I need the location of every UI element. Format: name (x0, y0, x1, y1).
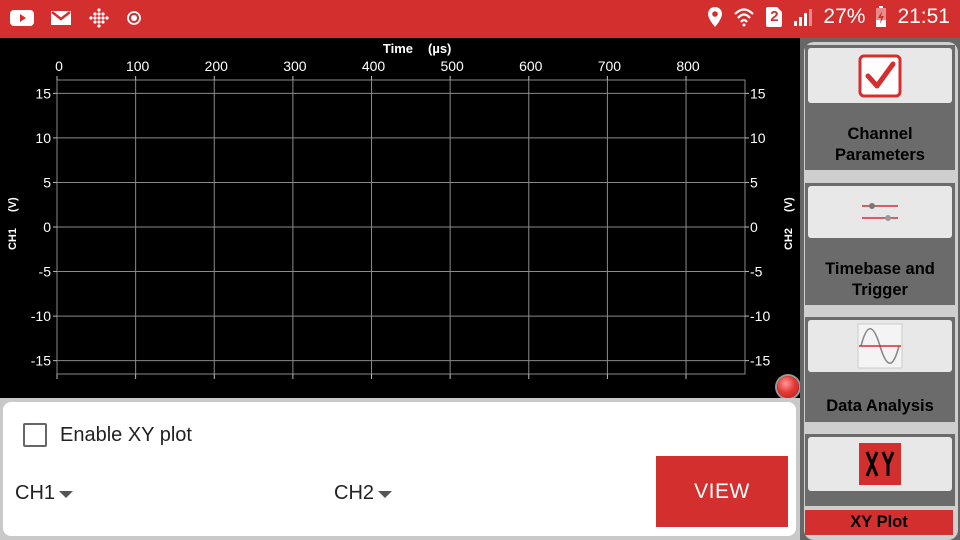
clock-time: 21:51 (897, 5, 950, 28)
dropdown-caret-icon (59, 491, 74, 498)
navicon-data-analysis (808, 320, 952, 372)
x-tick-label: 600 (519, 58, 543, 74)
location-icon (707, 6, 723, 28)
record-button[interactable] (777, 376, 799, 398)
sidebar-label-data-analysis: Data Analysis (826, 397, 934, 415)
y-tick-label-left: -10 (31, 308, 51, 324)
navicon-timebase (808, 186, 952, 238)
sidebar-label-xy-plot-active: XY Plot (805, 510, 953, 535)
x-tick-label: 500 (440, 58, 464, 74)
x-tick-label: 300 (283, 58, 307, 74)
x-axis-title: Time (383, 41, 413, 56)
record-dot-icon (126, 10, 142, 26)
sidebar-label-timebase: Timebase and Trigger (825, 260, 935, 299)
sidebar-item-data-analysis[interactable]: Data Analysis (805, 317, 955, 422)
x-tick-label: 200 (205, 58, 229, 74)
right-axis-title: CH2 (783, 228, 795, 250)
status-bar: 2 27% 21:51 (0, 0, 960, 38)
x-tick-label: 700 (598, 58, 622, 74)
dots-grid-icon (88, 7, 110, 29)
x-channel-value: CH1 (15, 482, 56, 504)
left-axis-unit: (V) (7, 197, 19, 212)
view-button[interactable]: VIEW (656, 456, 788, 527)
sidebar-item-channel-parameters[interactable]: Channel Parameters (805, 45, 955, 170)
battery-percent: 27% (823, 5, 866, 28)
y-channel-select[interactable]: CH2 (334, 482, 393, 505)
dropdown-caret-icon (378, 491, 393, 498)
x-tick-label: 0 (55, 58, 63, 74)
signal-icon (793, 7, 813, 27)
sidebar-label-channel: Channel Parameters (835, 125, 925, 164)
y-tick-label-left: -15 (31, 353, 51, 369)
xy-settings-panel: Enable XY plot CH1 CH2 VIEW (0, 398, 800, 540)
sidebar-item-timebase-trigger[interactable]: Timebase and Trigger (805, 183, 955, 305)
y-tick-label-right: 0 (750, 219, 758, 235)
y-tick-label-left: 0 (43, 219, 51, 235)
xy-plot-icon (859, 443, 901, 485)
x-tick-label: 100 (126, 58, 150, 74)
x-tick-label: 800 (676, 58, 700, 74)
y-tick-label-right: -15 (750, 353, 770, 369)
sim-slot-number: 2 (770, 8, 779, 25)
sidebar-item-xy-plot[interactable] (805, 434, 955, 506)
x-tick-label: 400 (362, 58, 386, 74)
y-tick-label-left: 5 (43, 174, 51, 190)
gmail-icon (50, 9, 72, 27)
x-axis-unit: (µs) (428, 41, 451, 56)
right-axis-unit: (V) (783, 197, 795, 212)
left-axis-title: CH1 (7, 228, 19, 250)
oscilloscope-plot[interactable]: 0 100 200 300 400 500 600 700 800 15 15 10 10 5 5 0 0 -5-… (0, 38, 800, 398)
navicon-xy-plot (808, 437, 952, 491)
sim2-icon: 2 (765, 6, 783, 28)
plot-canvas[interactable]: 0 100 200 300 400 500 600 700 80015 1510 105 50 0-5-… (0, 38, 800, 398)
sine-wave-icon (857, 323, 903, 369)
y-tick-label-left: 10 (35, 130, 51, 146)
y-tick-label-right: -10 (750, 308, 770, 324)
y-tick-label-left: 15 (35, 85, 51, 101)
wifi-icon (733, 6, 755, 28)
checkmark-icon (858, 54, 902, 97)
y-tick-label-left: -5 (39, 264, 52, 280)
battery-charging-icon (875, 6, 887, 28)
youtube-icon (10, 9, 34, 27)
x-channel-select[interactable]: CH1 (15, 482, 74, 505)
xy-settings-card: Enable XY plot CH1 CH2 VIEW (3, 402, 796, 536)
y-channel-value: CH2 (334, 482, 375, 504)
y-tick-label-right: 15 (750, 85, 766, 101)
y-tick-label-right: 10 (750, 130, 766, 146)
y-tick-label-right: 5 (750, 174, 758, 190)
navicon-channel (808, 48, 952, 103)
sliders-icon (862, 203, 898, 221)
enable-xy-checkbox[interactable] (23, 423, 47, 447)
y-tick-label-right: -5 (750, 264, 763, 280)
enable-xy-label: Enable XY plot (60, 424, 192, 446)
